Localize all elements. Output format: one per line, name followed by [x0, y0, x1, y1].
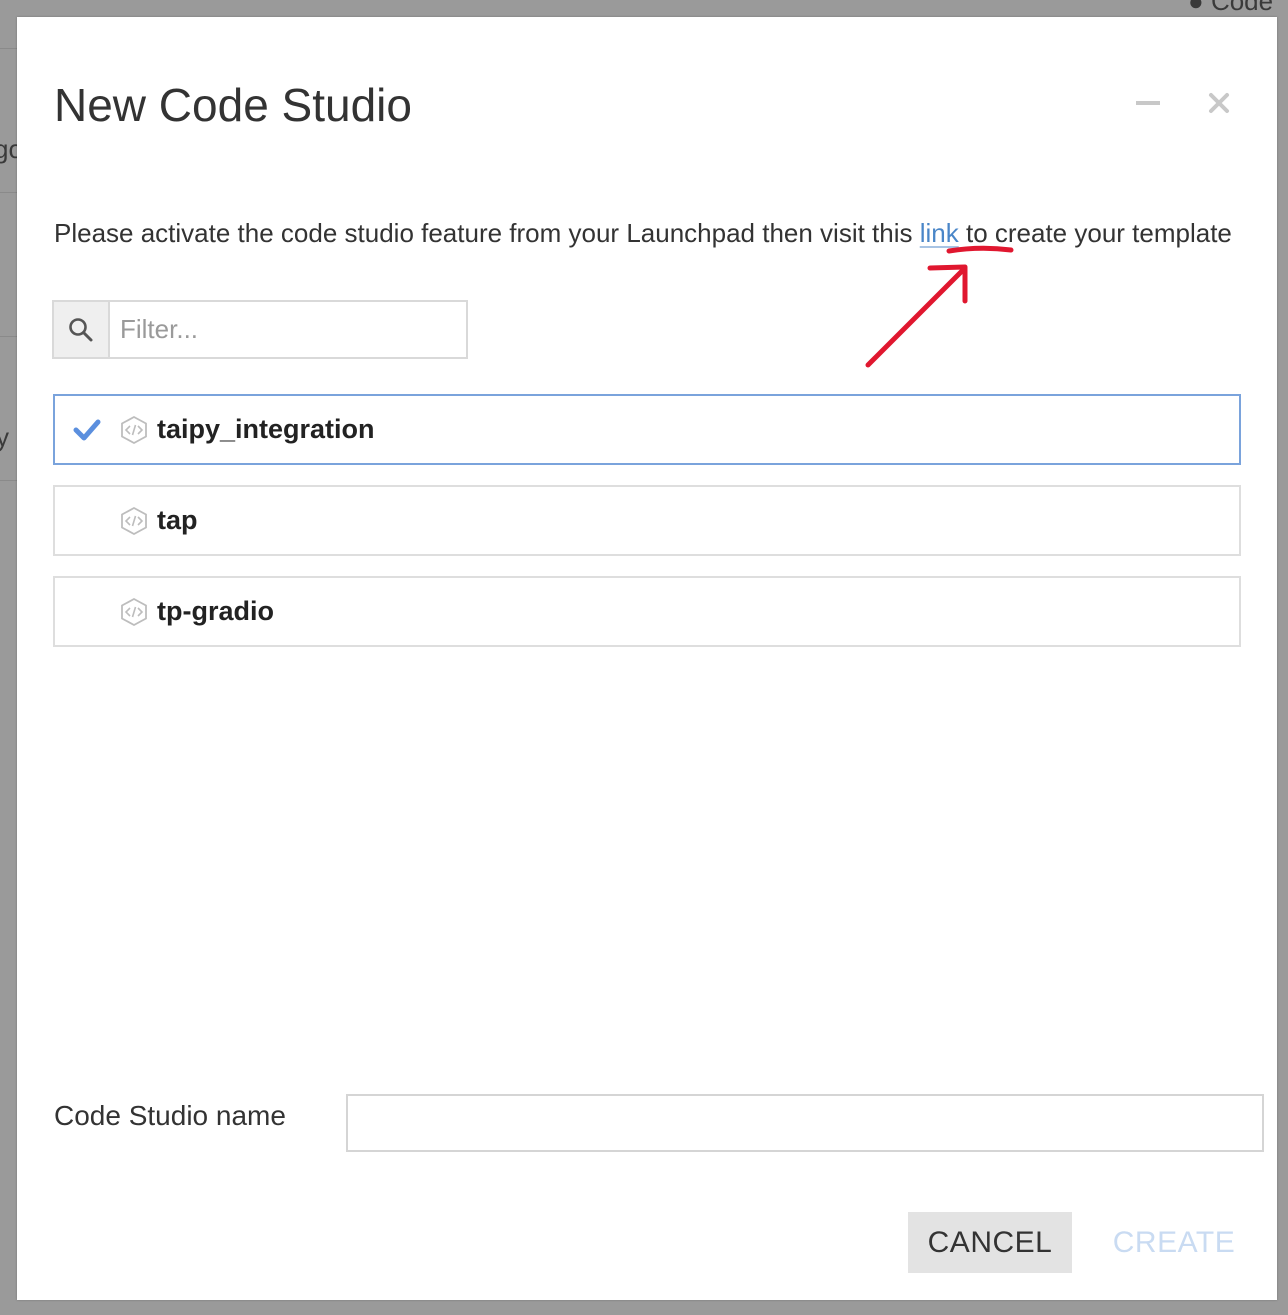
search-icon: [69, 317, 93, 341]
code-icon: [119, 415, 149, 445]
activation-message: Please activate the code studio feature …: [54, 211, 1234, 256]
check-slot: [55, 487, 119, 554]
background-divider: [0, 336, 17, 337]
template-list: taipy_integration tap tp-gradio: [53, 394, 1241, 667]
dialog-title: New Code Studio: [54, 79, 412, 131]
background-divider: [0, 480, 17, 481]
message-text: Please activate the code studio feature …: [54, 218, 920, 248]
background-divider: [0, 48, 17, 49]
template-link[interactable]: link: [920, 218, 959, 248]
template-item-tp-gradio[interactable]: tp-gradio: [53, 576, 1241, 647]
template-item-tap[interactable]: tap: [53, 485, 1241, 556]
filter-icon-container: [54, 302, 110, 357]
filter-box: [52, 300, 468, 359]
code-studio-name-input[interactable]: [346, 1094, 1264, 1152]
check-slot: [55, 396, 119, 463]
minimize-icon: [1136, 101, 1160, 105]
create-button[interactable]: CREATE: [1103, 1212, 1245, 1273]
minimize-button[interactable]: [1130, 85, 1166, 121]
background-fragment-code: ● Code: [1188, 0, 1274, 16]
message-text: to create your template: [958, 218, 1232, 248]
template-name: taipy_integration: [157, 414, 375, 444]
code-studio-name-label: Code Studio name: [54, 1100, 286, 1131]
close-button[interactable]: [1201, 85, 1237, 121]
template-name: tap: [157, 505, 198, 535]
filter-input[interactable]: [110, 302, 466, 357]
template-name: tp-gradio: [157, 596, 274, 626]
check-slot: [55, 578, 119, 645]
close-icon: [1209, 93, 1229, 113]
code-icon: [119, 597, 149, 627]
checkmark-icon: [73, 419, 101, 440]
new-code-studio-dialog: New Code Studio Please activate the code…: [17, 17, 1277, 1300]
background-divider: [0, 192, 17, 193]
code-icon: [119, 506, 149, 536]
template-item-taipy-integration[interactable]: taipy_integration: [53, 394, 1241, 465]
background-fragment: y: [0, 422, 9, 452]
cancel-button[interactable]: CANCEL: [908, 1212, 1072, 1273]
